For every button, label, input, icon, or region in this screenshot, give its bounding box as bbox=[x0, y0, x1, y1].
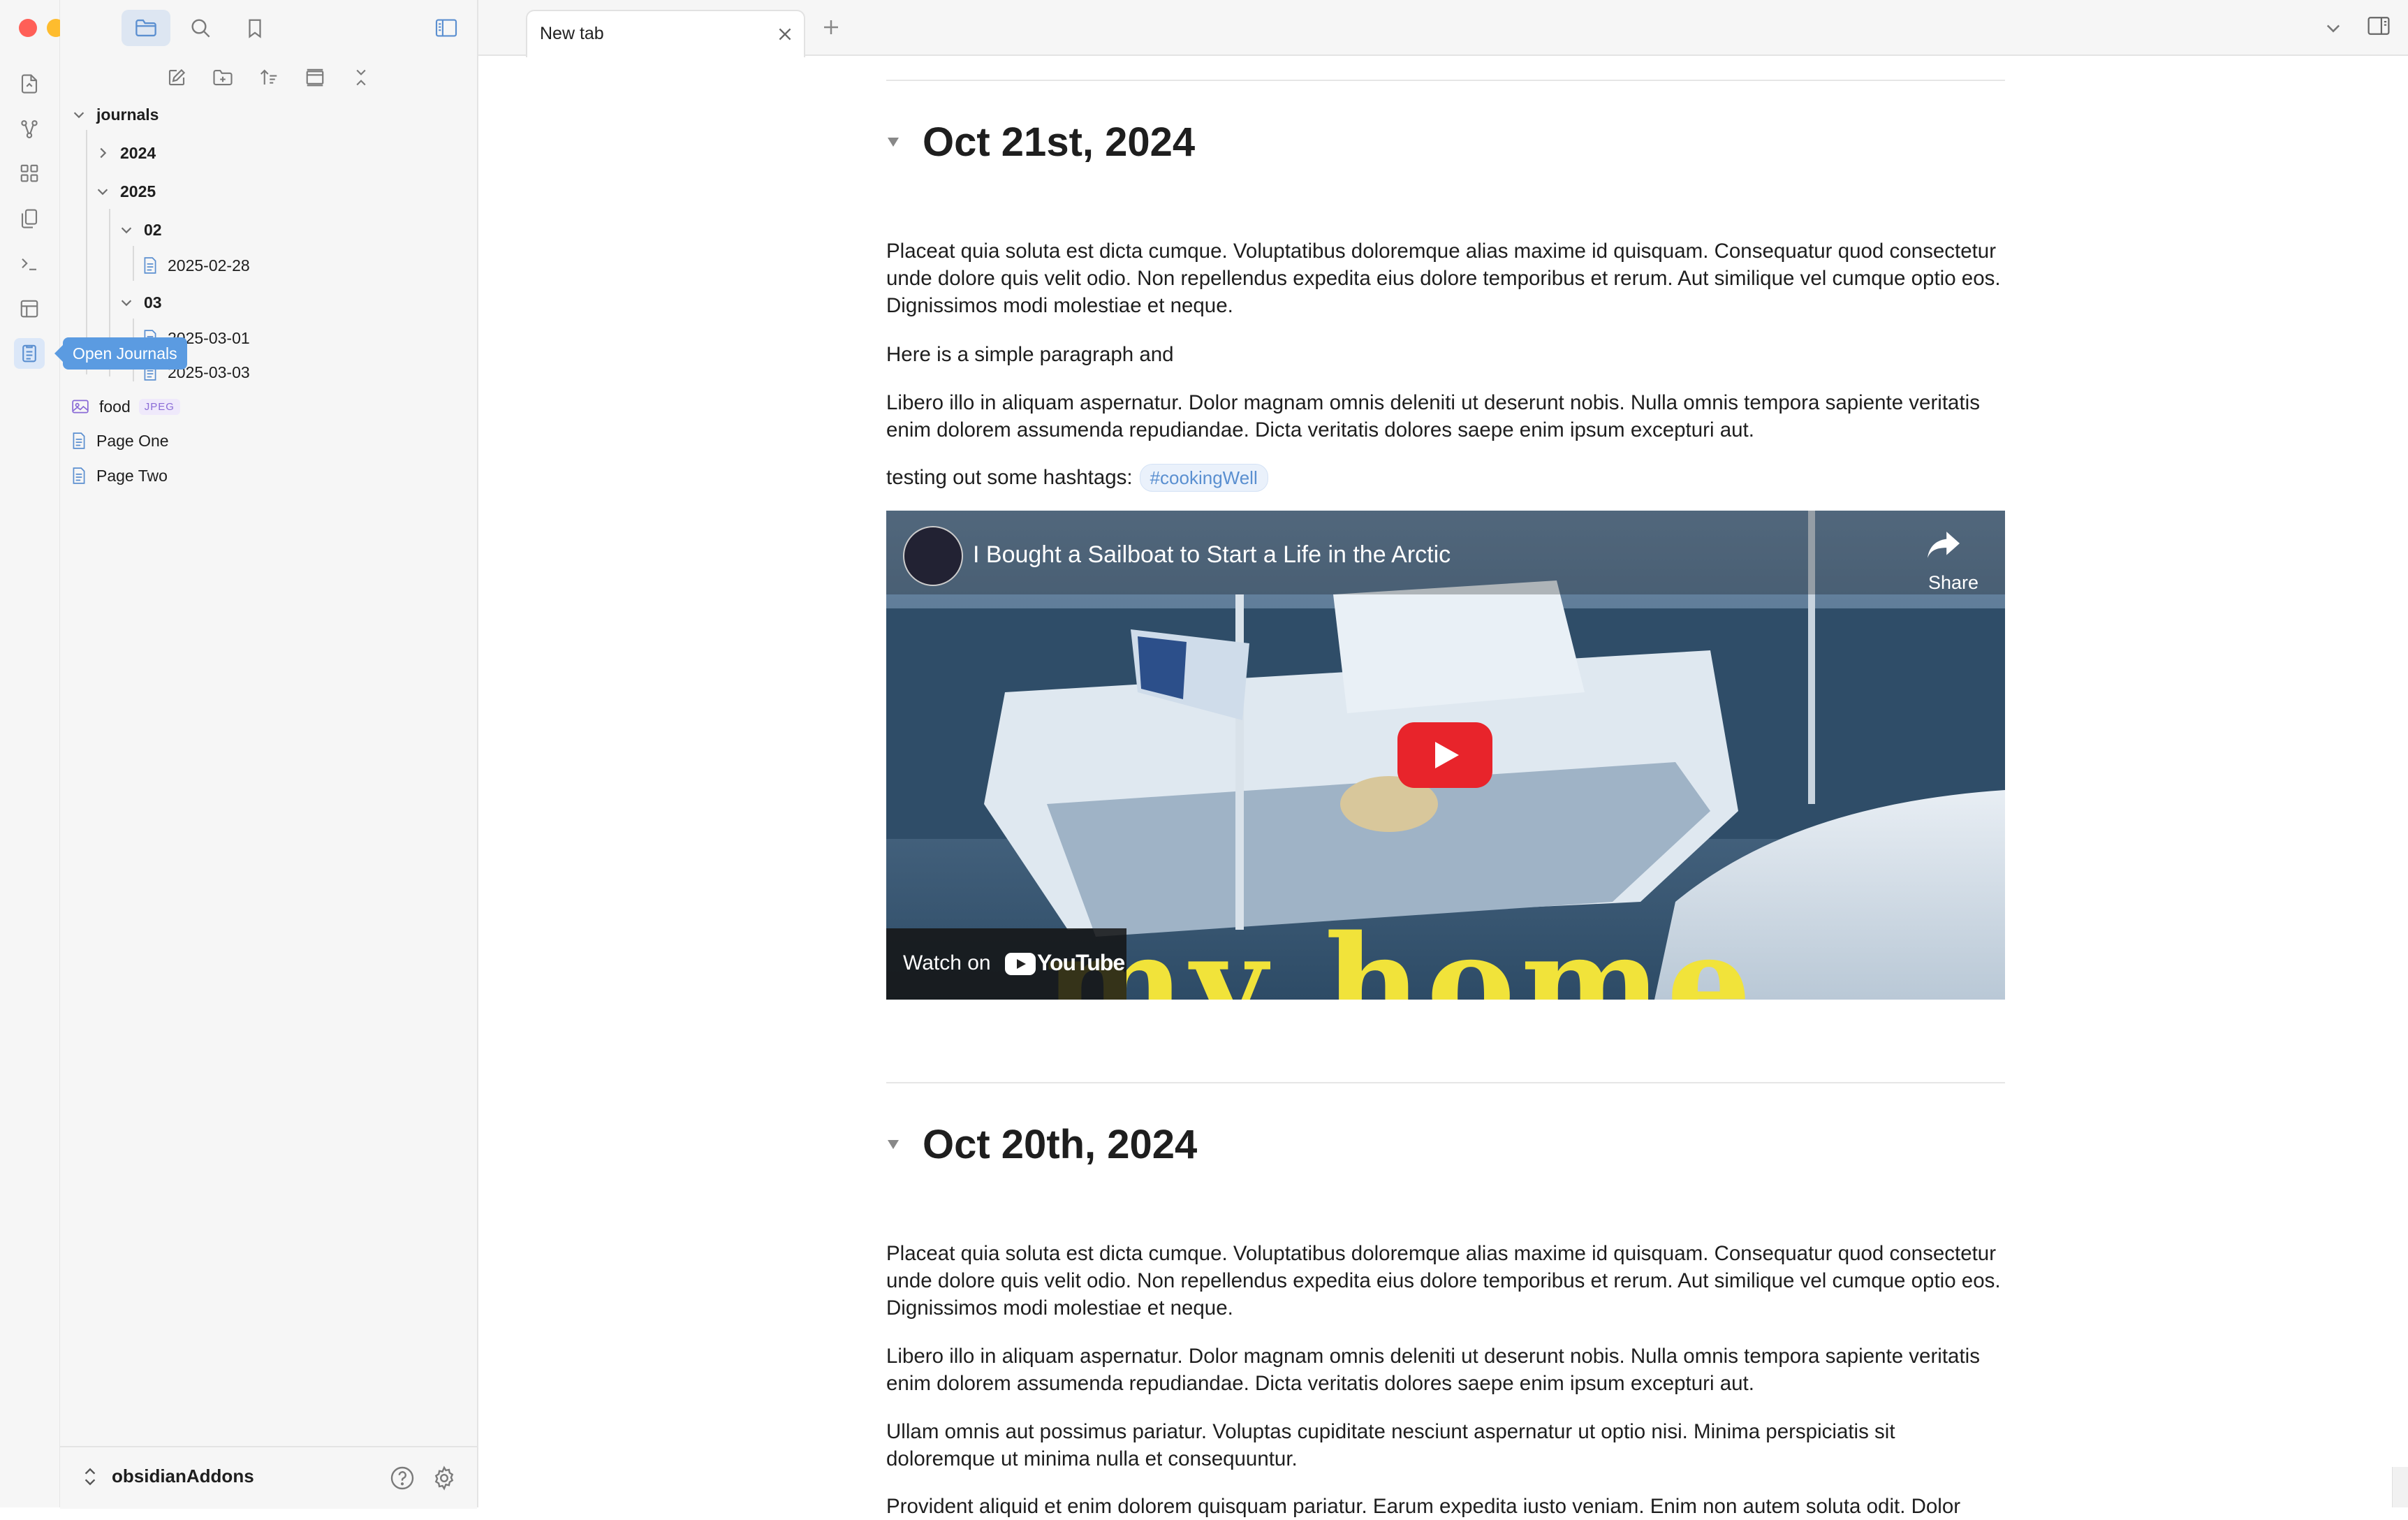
new-note-icon[interactable] bbox=[161, 61, 193, 94]
channel-avatar[interactable] bbox=[903, 526, 963, 586]
file-icon bbox=[73, 467, 85, 484]
tree-label: Page One bbox=[96, 431, 169, 450]
chevron-right-icon bbox=[100, 147, 107, 159]
bookmarks-tab-button[interactable] bbox=[230, 10, 279, 46]
tree-folder-2025[interactable]: 2025 bbox=[95, 175, 156, 207]
file-type-badge: JPEG bbox=[138, 398, 180, 415]
new-tab-plus-icon[interactable] bbox=[821, 17, 842, 38]
tree-label: 2024 bbox=[120, 143, 156, 162]
file-icon bbox=[73, 432, 85, 449]
video-title[interactable]: I Bought a Sailboat to Start a Life in t… bbox=[973, 541, 1451, 569]
paragraph: Libero illo in aliquam aspernatur. Dolor… bbox=[886, 391, 1980, 441]
heading-text: Oct 21st, 2024 bbox=[923, 119, 1196, 165]
tree-label: 2025-02-28 bbox=[168, 256, 250, 275]
help-icon[interactable] bbox=[390, 1466, 415, 1491]
bases-icon[interactable] bbox=[14, 293, 45, 324]
window-close-button[interactable] bbox=[19, 19, 37, 37]
new-folder-icon[interactable] bbox=[207, 61, 239, 94]
heading-text: Oct 20th, 2024 bbox=[923, 1122, 1198, 1167]
chevron-updown-icon bbox=[85, 1468, 96, 1485]
image-file-icon bbox=[72, 400, 89, 414]
youtube-embed[interactable]: I Bought a Sailboat to Start a Life in t… bbox=[886, 511, 2005, 1000]
chevron-down-icon bbox=[73, 112, 85, 119]
tab-title: New tab bbox=[540, 24, 604, 43]
paragraph: Ullam omnis aut possimus pariatur. Volup… bbox=[886, 1420, 1895, 1470]
right-sidebar-toggle-icon[interactable] bbox=[2367, 15, 2391, 36]
search-tab-button[interactable] bbox=[176, 10, 225, 46]
play-icon bbox=[1435, 742, 1459, 768]
section-divider bbox=[886, 80, 2005, 81]
tree-label: journals bbox=[96, 105, 159, 124]
fold-triangle-icon[interactable] bbox=[886, 1138, 900, 1150]
share-label: Share bbox=[1928, 572, 1978, 593]
settings-gear-icon[interactable] bbox=[432, 1466, 457, 1491]
youtube-wordmark: YouTube bbox=[1037, 950, 1125, 975]
auto-reveal-icon[interactable] bbox=[299, 61, 331, 94]
file-explorer-sidebar: journals 2024 2025 02 2025-02-28 03 2025… bbox=[60, 0, 478, 1507]
tree-folder-03[interactable]: 03 bbox=[119, 286, 162, 319]
command-palette-icon[interactable] bbox=[14, 248, 45, 279]
close-tab-icon[interactable] bbox=[776, 25, 794, 43]
thumbnail-overlay-text: my home bbox=[1044, 906, 1757, 1000]
tree-folder-journals[interactable]: journals bbox=[71, 98, 159, 131]
tree-file-page-two[interactable]: Page Two bbox=[71, 460, 168, 492]
fold-triangle-icon[interactable] bbox=[886, 136, 900, 148]
tree-folder-2024[interactable]: 2024 bbox=[95, 137, 156, 169]
journal-file-icon bbox=[144, 257, 156, 274]
open-journals-tooltip: Open Journals bbox=[54, 337, 187, 370]
vault-switcher-bar: obsidianAddons bbox=[60, 1446, 477, 1509]
sort-icon[interactable] bbox=[253, 61, 285, 94]
tree-label: 2025 bbox=[120, 182, 156, 200]
watch-on-label: Watch on bbox=[903, 951, 991, 974]
hashtag[interactable]: #cookingWell bbox=[1139, 464, 1268, 492]
tab-bar: New tab bbox=[478, 0, 2408, 57]
tree-label: 02 bbox=[144, 220, 162, 239]
templates-icon[interactable] bbox=[14, 203, 45, 234]
vault-switcher[interactable]: obsidianAddons bbox=[81, 1466, 254, 1487]
files-tab-button[interactable] bbox=[122, 10, 170, 46]
tree-file-2025-02-28[interactable]: 2025-02-28 bbox=[142, 249, 250, 282]
paragraph-text: testing out some hashtags: bbox=[886, 466, 1133, 489]
youtube-logo-icon bbox=[1005, 953, 1036, 975]
tree-file-food[interactable]: food JPEG bbox=[71, 390, 180, 423]
play-button[interactable] bbox=[1397, 722, 1492, 788]
sidebar-toggle-icon[interactable] bbox=[422, 10, 471, 46]
share-icon[interactable] bbox=[1925, 529, 1962, 561]
paragraph: Placeat quia soluta est dicta cumque. Vo… bbox=[886, 1242, 2001, 1320]
canvas-icon[interactable] bbox=[14, 158, 45, 189]
open-quick-switcher-icon[interactable] bbox=[14, 68, 45, 99]
paragraph: Placeat quia soluta est dicta cumque. Vo… bbox=[886, 240, 2001, 317]
graph-view-icon[interactable] bbox=[14, 114, 45, 145]
chevron-down-icon bbox=[97, 189, 108, 196]
tree-folder-02[interactable]: 02 bbox=[119, 214, 162, 246]
ribbon bbox=[0, 0, 93, 1507]
tree-file-page-one[interactable]: Page One bbox=[71, 425, 169, 457]
watch-on-youtube-button[interactable]: Watch on YouTube bbox=[886, 928, 1126, 1000]
tab-list-chevron-down-icon[interactable] bbox=[2323, 18, 2343, 38]
paragraph-with-tag: testing out some hashtags: #cookingWell bbox=[886, 464, 2005, 492]
paragraph: Provident aliquid et enim dolorem quisqu… bbox=[886, 1495, 1961, 1518]
tree-label: 03 bbox=[144, 293, 162, 312]
vault-name: obsidianAddons bbox=[112, 1466, 254, 1486]
paragraph: Libero illo in aliquam aspernatur. Dolor… bbox=[886, 1345, 1980, 1395]
tab-new-tab[interactable]: New tab bbox=[526, 10, 805, 57]
tree-guide bbox=[133, 246, 134, 281]
chevron-down-icon bbox=[121, 300, 132, 307]
section-divider bbox=[886, 1082, 2005, 1083]
tree-label: Page Two bbox=[96, 466, 168, 485]
tree-label: food bbox=[99, 397, 131, 416]
chevron-down-icon bbox=[121, 227, 132, 234]
paragraph: Here is a simple paragraph and bbox=[886, 343, 1174, 366]
open-journals-icon[interactable] bbox=[14, 338, 45, 369]
collapse-all-icon[interactable] bbox=[345, 61, 377, 94]
scrollbar[interactable] bbox=[2392, 1467, 2408, 1507]
